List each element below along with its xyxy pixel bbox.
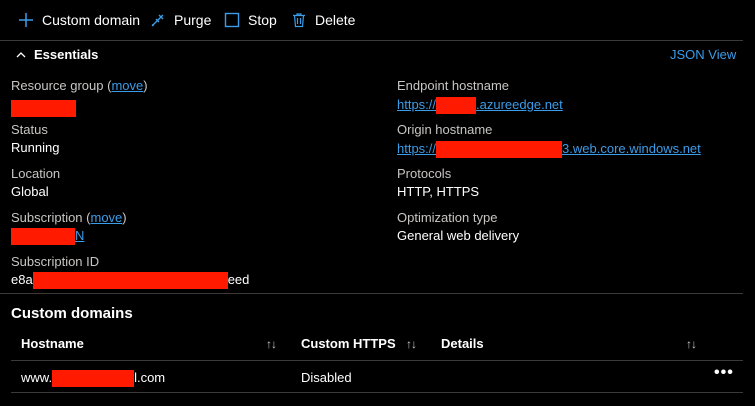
subscription-move-link[interactable]: move xyxy=(91,210,123,225)
delete-label: Delete xyxy=(315,12,356,28)
column-header-details[interactable]: Details xyxy=(441,336,484,351)
optimization-type-value: General web delivery xyxy=(397,228,520,243)
protocols-label: Protocols xyxy=(397,166,452,181)
hostname-prefix: www. xyxy=(21,370,53,385)
protocols-property: Protocols HTTP, HTTPS xyxy=(397,165,479,201)
origin-hostname-property: Origin hostname https:// 3.web.core.windo… xyxy=(397,121,701,159)
resource-group-move-link[interactable]: move xyxy=(111,78,143,93)
subscription-id-prefix: e8a xyxy=(11,272,33,287)
redacted-endpoint xyxy=(436,97,477,115)
stop-label: Stop xyxy=(248,12,277,28)
origin-hostname-label: Origin hostname xyxy=(397,122,493,137)
row-hostname: www. l.com xyxy=(21,370,166,388)
subscription-value-link[interactable]: N xyxy=(11,227,127,246)
paren-close: ) xyxy=(143,78,148,93)
custom-domains-title: Custom domains xyxy=(11,305,133,322)
redacted-subscription-id xyxy=(32,272,228,290)
location-label: Location xyxy=(11,166,61,181)
location-property: Location Global xyxy=(11,165,60,201)
json-view-link[interactable]: JSON View xyxy=(670,47,736,62)
sort-hostname-icon[interactable]: ↑↓ xyxy=(266,337,277,351)
endpoint-hostname-link[interactable]: https:// .azureedge.net xyxy=(397,96,563,115)
optimization-type-label: Optimization type xyxy=(397,210,498,225)
redacted-origin xyxy=(436,141,563,159)
plus-icon xyxy=(19,13,33,27)
more-options-icon[interactable]: ••• xyxy=(714,364,734,382)
location-value: Global xyxy=(11,184,49,199)
stop-button[interactable]: Stop xyxy=(224,0,277,40)
row-custom-https: Disabled xyxy=(301,370,352,385)
delete-button[interactable]: Delete xyxy=(291,0,355,40)
redacted-hostname xyxy=(52,370,135,388)
stop-icon xyxy=(224,12,240,28)
custom-domain-button[interactable]: Custom domain xyxy=(18,0,140,40)
trash-icon xyxy=(293,13,305,28)
chevron-up-icon[interactable] xyxy=(16,51,26,58)
resource-group-property: Resource group (move) xyxy=(11,77,148,118)
endpoint-suffix: .azureedge.net xyxy=(476,97,563,112)
endpoint-prefix: https:// xyxy=(397,97,437,112)
status-property: Status Running xyxy=(11,121,59,157)
status-value: Running xyxy=(11,140,60,155)
column-header-hostname[interactable]: Hostname xyxy=(21,336,84,351)
subscription-id-property: Subscription ID e8a eed xyxy=(11,253,250,290)
endpoint-hostname-label: Endpoint hostname xyxy=(397,78,510,93)
optimization-type-property: Optimization type General web delivery xyxy=(397,209,519,245)
protocols-value: HTTP, HTTPS xyxy=(397,184,480,199)
sort-details-icon[interactable]: ↑↓ xyxy=(686,337,697,351)
origin-hostname-link[interactable]: https:// 3.web.core.windows.net xyxy=(397,140,701,159)
origin-prefix: https:// xyxy=(397,141,437,156)
resource-group-label: Resource group xyxy=(11,78,104,93)
status-label: Status xyxy=(11,122,48,137)
table-header-divider xyxy=(11,360,743,361)
endpoint-hostname-property: Endpoint hostname https:// .azureedge.net xyxy=(397,77,563,115)
origin-suffix: 3.web.core.windows.net xyxy=(562,141,701,156)
section-divider xyxy=(0,293,743,294)
subscription-property: Subscription (move) N xyxy=(11,209,127,246)
custom-domain-label: Custom domain xyxy=(42,12,141,28)
subscription-label: Subscription xyxy=(11,210,83,225)
subscription-id-label: Subscription ID xyxy=(11,254,100,269)
paren-close: ) xyxy=(122,210,127,225)
redacted-subscription xyxy=(11,228,75,246)
essentials-title: Essentials xyxy=(34,47,99,62)
purge-button[interactable]: Purge xyxy=(150,0,211,40)
redacted-resource-group[interactable] xyxy=(11,100,76,118)
subscription-suffix: N xyxy=(75,228,85,243)
purge-label: Purge xyxy=(174,12,212,28)
subscription-id-suffix: eed xyxy=(227,272,250,287)
essentials-header[interactable]: Essentials JSON View xyxy=(0,40,743,69)
sort-custom-https-icon[interactable]: ↑↓ xyxy=(406,337,417,351)
hostname-suffix: l.com xyxy=(134,370,166,385)
table-row-divider xyxy=(11,392,743,393)
paren-open: ( xyxy=(82,210,91,225)
purge-icon xyxy=(151,14,164,27)
command-bar: Custom domain Purge Stop Delete xyxy=(0,0,755,40)
column-header-custom-https[interactable]: Custom HTTPS xyxy=(301,336,396,351)
